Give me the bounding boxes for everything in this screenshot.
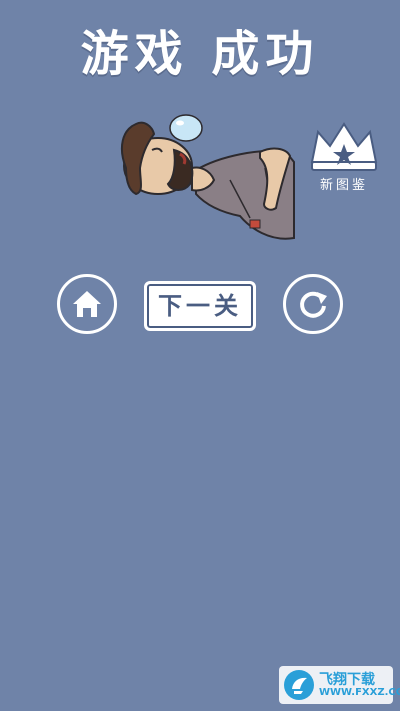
watermark-domain: WWW.FXXZ.COM bbox=[319, 687, 400, 698]
home-icon bbox=[73, 291, 101, 317]
restart-icon bbox=[300, 291, 327, 318]
watermark-brand: 飞翔下载 bbox=[319, 672, 375, 688]
site-logo-icon bbox=[284, 670, 314, 700]
sleeping-man-figure bbox=[120, 114, 295, 240]
restart-button[interactable] bbox=[283, 274, 343, 334]
next-level-button[interactable]: 下一关 bbox=[144, 281, 256, 331]
page-title: 游戏 成功 bbox=[80, 26, 320, 82]
home-button[interactable] bbox=[57, 274, 117, 334]
character-illustration bbox=[100, 108, 300, 248]
crown-star-icon bbox=[310, 122, 378, 171]
watermark: 飞翔下载 WWW.FXXZ.COM bbox=[279, 666, 400, 704]
collection-badge[interactable]: 新图鉴 bbox=[305, 122, 383, 194]
collection-label: 新图鉴 bbox=[319, 178, 368, 193]
